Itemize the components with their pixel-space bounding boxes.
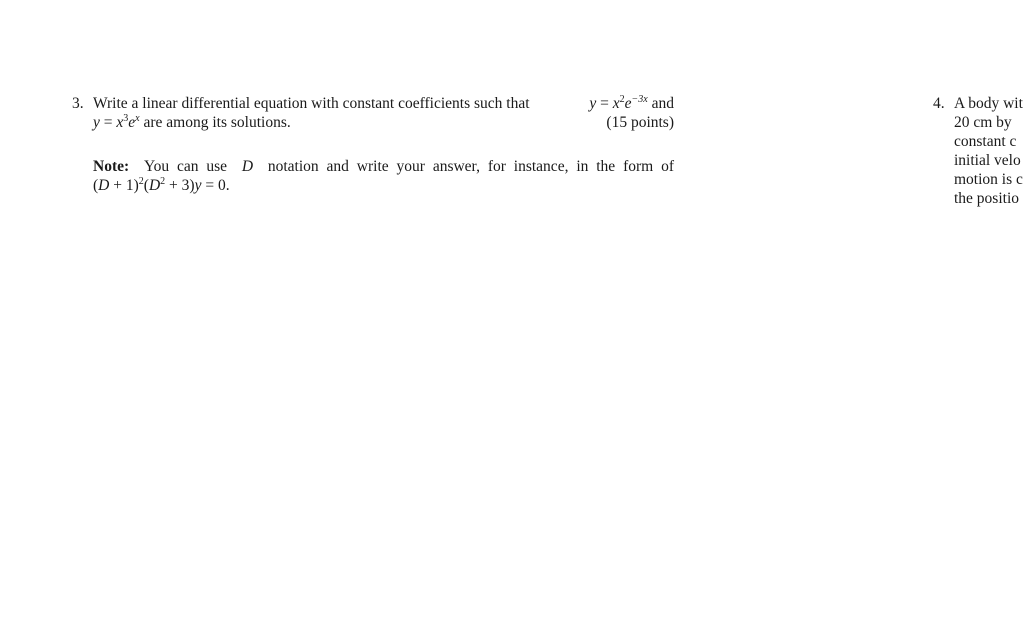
problem-3-line-2: y = x3ex are among its solutions. (15 po… — [93, 113, 674, 132]
problem-4-line: A body wit — [954, 95, 1023, 112]
solution-1-expression: y = x2e−3x and — [589, 94, 674, 113]
problem-number: 4. — [933, 95, 945, 112]
conjunction-and: and — [651, 95, 674, 112]
problem-number: 3. — [72, 95, 84, 112]
note-text-2: notation and write your answer, for inst… — [267, 158, 674, 175]
problem-4-line: initial velo — [954, 152, 1021, 169]
problem-3-statement: Write a linear differential equation wit… — [93, 95, 530, 112]
var-D: D — [241, 158, 254, 175]
problem-4-body: A body wit 20 cm by constant c initial v… — [954, 94, 1024, 208]
problem-4-line: constant c — [954, 133, 1017, 150]
exponent: −3x — [631, 94, 648, 105]
term: + 3) — [165, 177, 195, 194]
note-label: Note: — [93, 158, 130, 175]
points-label: (15 points) — [606, 114, 674, 131]
var-e: e — [624, 95, 632, 112]
var-D: D — [148, 177, 161, 194]
problem-3-statement-tail: are among its solutions. — [139, 114, 291, 131]
problem-4-line: motion is c — [954, 171, 1023, 188]
problem-4-line: the positio — [954, 190, 1020, 207]
problem-3-body: Write a linear differential equation wit… — [93, 94, 674, 195]
var-x: x — [612, 95, 620, 112]
var-y: y — [93, 114, 100, 131]
equals-zero: = 0. — [201, 177, 230, 194]
problem-3-line-1: Write a linear differential equation wit… — [93, 94, 674, 113]
problem-3: 3. Write a linear differential equation … — [72, 94, 674, 195]
problem-4: 4. A body wit 20 cm by constant c initia… — [933, 94, 1024, 208]
var-D: D — [98, 177, 110, 194]
note-block: Note: You can use D notation and write y… — [93, 157, 674, 195]
note-line-1: Note: You can use D notation and write y… — [93, 157, 674, 176]
problem-4-line: 20 cm by — [954, 114, 1012, 131]
note-text: You can use — [143, 158, 228, 175]
term: + 1) — [109, 177, 139, 194]
note-example-equation: (D + 1)2(D2 + 3)y = 0. — [93, 176, 674, 195]
equals-sign: = — [596, 95, 613, 112]
equals-sign: = — [99, 114, 117, 131]
document-page: 3. Write a linear differential equation … — [0, 0, 1024, 640]
solution-2-expression: y = x3ex — [93, 114, 140, 132]
